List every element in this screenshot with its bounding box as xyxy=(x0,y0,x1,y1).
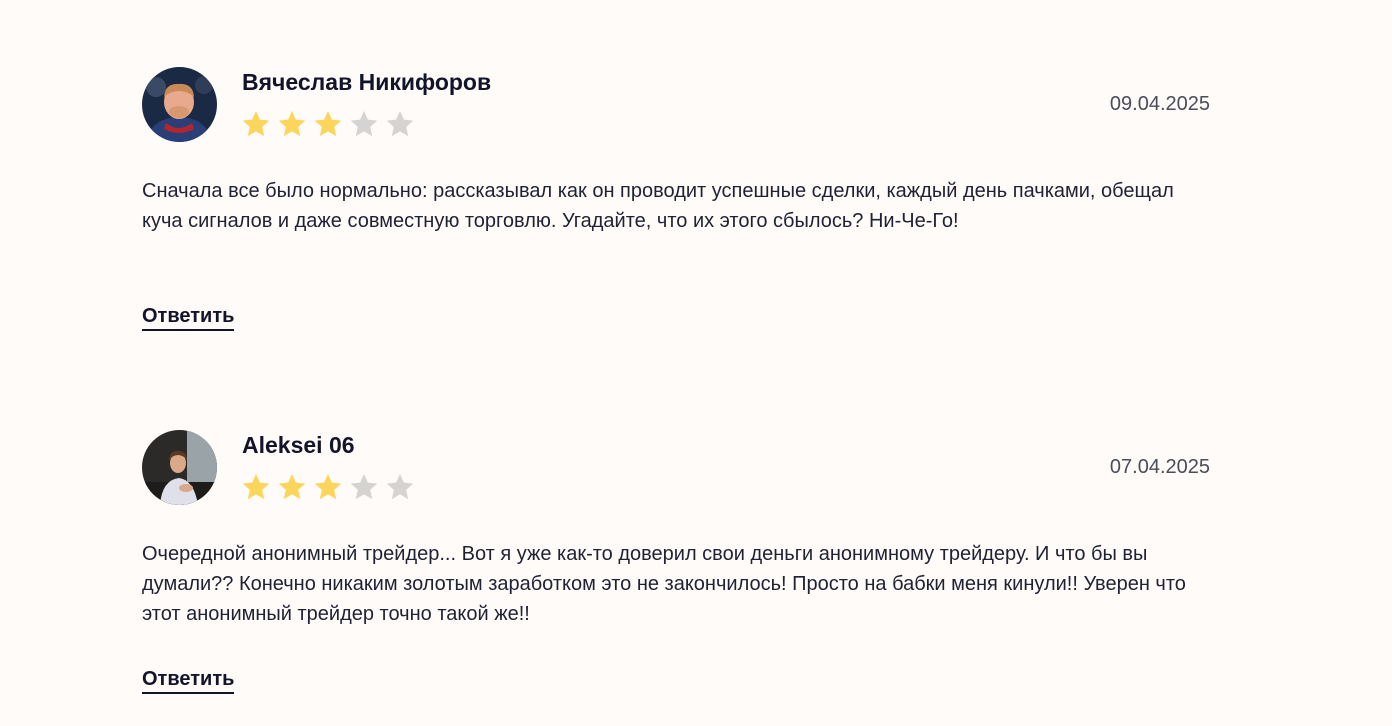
star-filled-icon xyxy=(277,109,307,139)
avatar xyxy=(142,67,217,142)
star-empty-icon xyxy=(349,109,379,139)
review-header: Вячеслав Никифоров 09.04.2025 xyxy=(142,67,1210,143)
star-rating xyxy=(241,472,415,502)
reply-link[interactable]: Ответить xyxy=(142,668,235,694)
star-filled-icon xyxy=(277,472,307,502)
star-rating xyxy=(241,109,415,139)
star-filled-icon xyxy=(313,472,343,502)
review-text: Сначала все было нормально: рассказывал … xyxy=(142,180,1174,232)
star-filled-icon xyxy=(313,109,343,139)
review-header: Aleksei 06 07.04.2025 xyxy=(142,430,1210,506)
review-item: Aleksei 06 07.04.2025 Очередной анонимны… xyxy=(142,363,1210,726)
star-empty-icon xyxy=(349,472,379,502)
author-name: Aleksei 06 xyxy=(242,432,355,458)
avatar-photo-icon xyxy=(142,67,217,142)
review-date: 07.04.2025 xyxy=(1109,456,1210,478)
star-filled-icon xyxy=(241,472,271,502)
reply-link[interactable]: Ответить xyxy=(142,305,235,331)
reviews-list: Вячеслав Никифоров 09.04.2025 Сначала вс… xyxy=(142,0,1210,726)
avatar xyxy=(142,430,217,505)
author-name: Вячеслав Никифоров xyxy=(242,69,492,95)
star-empty-icon xyxy=(385,109,415,139)
avatar-photo-icon xyxy=(142,430,217,505)
review-item: Вячеслав Никифоров 09.04.2025 Сначала вс… xyxy=(142,0,1210,363)
review-date: 09.04.2025 xyxy=(1109,93,1210,115)
star-empty-icon xyxy=(385,472,415,502)
review-text: Очередной анонимный трейдер... Вот я уже… xyxy=(142,543,1186,625)
star-filled-icon xyxy=(241,109,271,139)
